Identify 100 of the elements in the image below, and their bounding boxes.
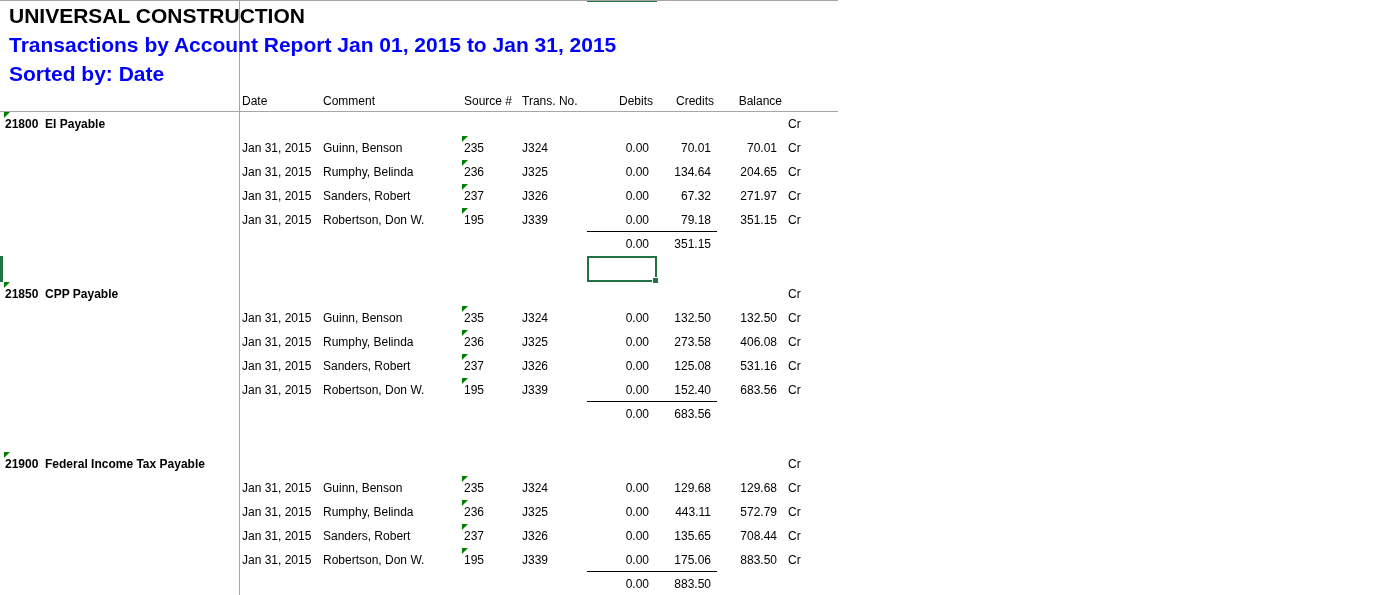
column-header: Balance — [738, 94, 782, 108]
table-cell: Guinn, Benson — [323, 311, 403, 325]
table-cell: J326 — [522, 189, 549, 203]
table-cell: 236 — [464, 505, 485, 519]
table-cell: J324 — [522, 141, 549, 155]
column-header: Debits — [619, 94, 653, 108]
table-cell: Cr — [788, 383, 801, 397]
column-header: Credits — [676, 94, 714, 108]
table-cell: Cr — [788, 359, 801, 373]
table-cell: Jan 31, 2015 — [242, 311, 312, 325]
table-cell: 152.40 — [674, 383, 711, 397]
table-cell: J325 — [522, 165, 549, 179]
table-cell: 271.97 — [740, 189, 777, 203]
table-cell: 683.56 — [674, 407, 711, 421]
table-cell: J339 — [522, 553, 549, 567]
table-cell: 683.56 — [740, 383, 777, 397]
table-cell: Cr — [788, 335, 801, 349]
table-cell: J325 — [522, 335, 549, 349]
table-cell: Cr — [788, 141, 801, 155]
table-cell: 0.00 — [625, 577, 649, 591]
column-header: Comment — [323, 94, 375, 108]
table-cell: Jan 31, 2015 — [242, 481, 312, 495]
table-cell: 70.01 — [746, 141, 777, 155]
table-cell: 883.50 — [740, 553, 777, 567]
table-cell: 0.00 — [625, 407, 649, 421]
table-cell: 236 — [464, 165, 485, 179]
table-cell: Jan 31, 2015 — [242, 359, 312, 373]
table-cell: Rumphy, Belinda — [323, 165, 414, 179]
table-cell: 195 — [464, 213, 485, 227]
table-cell: Robertson, Don W. — [323, 383, 425, 397]
table-cell: J339 — [522, 213, 549, 227]
table-cell: 406.08 — [740, 335, 777, 349]
table-cell: 0.00 — [625, 237, 649, 251]
table-cell: Jan 31, 2015 — [242, 383, 312, 397]
table-cell: 132.50 — [740, 311, 777, 325]
table-cell: 125.08 — [674, 359, 711, 373]
table-cell: Cr — [788, 311, 801, 325]
table-cell: Rumphy, Belinda — [323, 505, 414, 519]
table-cell: Jan 31, 2015 — [242, 165, 312, 179]
table-cell: 237 — [464, 189, 485, 203]
table-cell: 175.06 — [674, 553, 711, 567]
account-label: 21900 Federal Income Tax Payable — [5, 457, 205, 471]
table-cell: 237 — [464, 529, 485, 543]
table-cell: 443.11 — [675, 505, 711, 519]
table-cell: 129.68 — [740, 481, 777, 495]
table-cell: Cr — [788, 165, 801, 179]
column-header: Source # — [464, 94, 513, 108]
table-cell: 134.64 — [674, 165, 711, 179]
report-title: Transactions by Account Report Jan 01, 2015 to Jan 31, 2015 — [9, 33, 617, 56]
table-cell: Cr — [788, 213, 801, 227]
table-cell: 195 — [464, 553, 485, 567]
table-cell: 235 — [464, 141, 485, 155]
table-cell: Rumphy, Belinda — [323, 335, 414, 349]
table-cell: 70.01 — [680, 141, 711, 155]
table-cell: Guinn, Benson — [323, 481, 403, 495]
table-cell: Sanders, Robert — [323, 189, 411, 203]
table-cell: 235 — [464, 311, 485, 325]
table-cell: 0.00 — [625, 335, 649, 349]
table-cell: 0.00 — [625, 141, 649, 155]
table-cell: J324 — [522, 481, 549, 495]
table-cell: Jan 31, 2015 — [242, 553, 312, 567]
table-cell: 132.50 — [674, 311, 711, 325]
table-cell: Sanders, Robert — [323, 359, 411, 373]
table-cell: Jan 31, 2015 — [242, 189, 312, 203]
table-cell: 79.18 — [680, 213, 711, 227]
table-cell: 0.00 — [625, 359, 649, 373]
table-cell: Robertson, Don W. — [323, 553, 425, 567]
column-header: Date — [242, 94, 268, 108]
table-cell: Guinn, Benson — [323, 141, 403, 155]
table-cell: Cr — [788, 505, 801, 519]
table-cell: Cr — [788, 553, 801, 567]
table-cell: Jan 31, 2015 — [242, 529, 312, 543]
table-cell: 531.16 — [740, 359, 777, 373]
account-label: 21800 EI Payable — [5, 117, 106, 131]
table-cell: Robertson, Don W. — [323, 213, 425, 227]
table-cell: Cr — [788, 481, 801, 495]
table-cell: 235 — [464, 481, 485, 495]
table-cell: 0.00 — [625, 383, 649, 397]
table-cell: Jan 31, 2015 — [242, 213, 312, 227]
table-cell: 0.00 — [625, 311, 649, 325]
sort-line: Sorted by: Date — [9, 62, 165, 85]
account-label: 21850 CPP Payable — [5, 287, 119, 301]
table-cell: 0.00 — [625, 213, 649, 227]
company-title: UNIVERSAL CONSTRUCTION — [9, 4, 305, 27]
table-cell: 0.00 — [625, 505, 649, 519]
table-cell: J326 — [522, 529, 549, 543]
table-cell: Jan 31, 2015 — [242, 335, 312, 349]
table-cell: 67.32 — [680, 189, 711, 203]
table-cell: 135.65 — [674, 529, 711, 543]
selected-cell[interactable] — [587, 256, 657, 282]
table-cell: J339 — [522, 383, 549, 397]
table-cell: 351.15 — [674, 237, 711, 251]
table-cell: Cr — [788, 117, 801, 131]
table-cell: 237 — [464, 359, 485, 373]
table-cell: 0.00 — [625, 189, 649, 203]
table-cell: 195 — [464, 383, 485, 397]
table-cell: 708.44 — [740, 529, 777, 543]
table-cell: Cr — [788, 189, 801, 203]
column-header: Trans. No. — [522, 94, 578, 108]
table-cell: J324 — [522, 311, 549, 325]
